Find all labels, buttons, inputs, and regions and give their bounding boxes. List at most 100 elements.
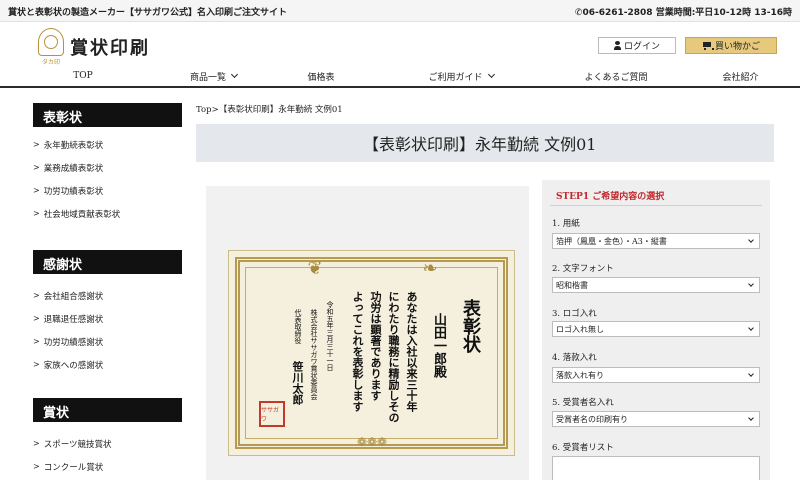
nav-label: 価格表 (307, 72, 335, 83)
chevron-right-icon: > (33, 163, 40, 172)
font-select-value: 昭和楷書 (556, 280, 588, 290)
field-label-paper: 1. 用紙 (552, 219, 580, 229)
sidebar-item-label: 功労功績表彰状 (43, 186, 104, 197)
sidebar-item[interactable]: > コンクール賞状 (33, 455, 182, 478)
nav-label: TOP (73, 71, 93, 81)
sidebar-heading-hyoshojo: 表彰状 (33, 103, 182, 127)
sidebar-item[interactable]: > 退職退任感謝状 (33, 307, 182, 330)
field-label-rakkan: 4. 落款入れ (552, 353, 597, 363)
chevron-down-icon (487, 70, 495, 79)
field-label-recipient-list: 6. 受賞者リスト (552, 443, 614, 453)
chevron-down-icon (748, 237, 754, 243)
sidebar-item-label: 会社組合感謝状 (43, 291, 104, 302)
chevron-right-icon: > (33, 186, 40, 195)
sidebar-item-label: 功労功績感謝状 (43, 337, 104, 348)
field-label-font: 2. 文字フォント (552, 264, 614, 274)
sidebar-item[interactable]: > 社会地域貢献表彰状 (33, 202, 182, 225)
sidebar-item[interactable]: > 家族への感謝状 (33, 353, 182, 376)
sidebar-item[interactable]: > 功労功績感謝状 (33, 330, 182, 353)
chevron-down-icon (748, 371, 754, 377)
nav-guide[interactable]: ご利用ガイド (381, 66, 541, 86)
sidebar-item[interactable]: > 会社組合感謝状 (33, 284, 182, 307)
nav-label: よくあるご質問 (584, 72, 648, 83)
page-title: 【表彰状印刷】永年勤続 文例01 (196, 124, 774, 162)
logo-subtext: タカ印 (41, 59, 60, 66)
global-nav: TOP 商品一覧 価格表 ご利用ガイド よくあるご質問 会社紹介 (0, 66, 800, 88)
page-title-text: 【表彰状印刷】永年勤続 文例01 (363, 135, 597, 154)
field-label-recipient-name: 5. 受賞者名入れ (552, 398, 614, 408)
chevron-right-icon: > (33, 314, 40, 323)
sidebar-item-label: スポーツ競技賞状 (43, 439, 112, 450)
chevron-right-icon: > (33, 209, 40, 218)
rakkan-select-value: 落款入れ有り (556, 370, 604, 380)
certificate-line: あなたは入社以来三十年 (405, 291, 418, 412)
recipient-name-select[interactable]: 受賞者名の印刷有り (552, 411, 760, 427)
phone-text: 06-6261-2808 営業時間:平日10-12時 13-16時 (582, 8, 792, 18)
recipient-list-textarea[interactable] (552, 456, 760, 480)
product-preview: ❦ ❧ ❁❁❁ 表彰状 山田一郎殿 あなたは入社以来三十年 にわたり職務に精励し… (206, 186, 529, 480)
rakkan-select[interactable]: 落款入れ有り (552, 367, 760, 383)
sidebar-list-shojo: > スポーツ競技賞状 > コンクール賞状 (33, 432, 182, 478)
nav-faq[interactable]: よくあるご質問 (541, 66, 691, 86)
phoenix-ornament-icon: ❧ (422, 258, 438, 279)
font-select[interactable]: 昭和楷書 (552, 277, 760, 293)
person-icon (613, 41, 621, 50)
logo-icon[interactable] (38, 28, 64, 56)
sidebar-heading-kanshajo: 感謝状 (33, 250, 182, 274)
logo-text[interactable]: 賞状印刷 (70, 34, 150, 60)
ornament-icon: ❁❁❁ (356, 435, 388, 449)
chevron-right-icon: > (33, 140, 40, 149)
nav-label: 商品一覧 (189, 72, 226, 83)
nav-products[interactable]: 商品一覧 (166, 66, 261, 86)
certificate-company: 株式会社ササガワ賞状委員会 (310, 309, 318, 400)
breadcrumb[interactable]: Top>【表彰状印刷】永年勤続 文例01 (196, 103, 343, 115)
sidebar-item[interactable]: > 功労功績表彰状 (33, 179, 182, 202)
chevron-right-icon: > (33, 291, 40, 300)
login-label: ログイン (623, 42, 660, 52)
recipient-name-select-value: 受賞者名の印刷有り (556, 414, 628, 424)
sidebar-item[interactable]: > スポーツ競技賞状 (33, 432, 182, 455)
logo-select[interactable]: ロゴ入れ無し (552, 321, 760, 337)
sidebar-item[interactable]: > 永年勤続表彰状 (33, 133, 182, 156)
nav-label: ご利用ガイド (428, 72, 483, 83)
phoenix-ornament-icon: ❦ (307, 258, 323, 279)
top-info-bar: 賞状と表彰状の製造メーカー【ササガワ公式】名入印刷ご注文サイト ✆06-6261… (0, 0, 800, 22)
step-title: STEP1 ご希望内容の選択 (550, 186, 762, 206)
chevron-right-icon: > (33, 462, 40, 471)
certificate-line: よってこれを表彰します (351, 291, 364, 412)
sidebar-item-label: 退職退任感謝状 (43, 314, 104, 325)
certificate-date: 令和五年三月三十一日 (326, 301, 334, 371)
logo-select-value: ロゴ入れ無し (556, 324, 604, 334)
paper-select[interactable]: 箔押（鳳凰・金色）・A3・縦書 (552, 233, 760, 249)
cart-button[interactable]: 買い物かご (685, 37, 777, 54)
seal-stamp: ササガワ (259, 401, 285, 427)
cart-icon (702, 41, 714, 50)
nav-label: 会社紹介 (722, 72, 759, 83)
chevron-right-icon: > (33, 337, 40, 346)
chevron-down-icon (748, 415, 754, 421)
nav-top[interactable]: TOP (0, 66, 166, 86)
certificate-image: ❦ ❧ ❁❁❁ 表彰状 山田一郎殿 あなたは入社以来三十年 にわたり職務に精励し… (228, 250, 515, 456)
sidebar-item-label: 業務成績表彰状 (43, 163, 104, 174)
certificate-signer: 笹川太郎 (291, 361, 304, 405)
nav-company[interactable]: 会社紹介 (691, 66, 790, 86)
field-label-logo: 3. ロゴ入れ (552, 309, 597, 319)
sidebar-list-kanshajo: > 会社組合感謝状 > 退職退任感謝状 > 功労功績感謝状 > 家族への感謝状 (33, 284, 182, 376)
login-button[interactable]: ログイン (598, 37, 676, 54)
certificate-line: にわたり職務に精励しその (387, 291, 400, 423)
chevron-down-icon (230, 70, 239, 79)
paper-select-value: 箔押（鳳凰・金色）・A3・縦書 (556, 236, 667, 246)
phone-hours: ✆06-6261-2808 営業時間:平日10-12時 13-16時 (575, 5, 792, 18)
sidebar-item-label: 家族への感謝状 (43, 360, 104, 371)
site-tagline: 賞状と表彰状の製造メーカー【ササガワ公式】名入印刷ご注文サイト (8, 8, 288, 18)
chevron-right-icon: > (33, 360, 40, 369)
certificate-recipient: 山田一郎殿 (431, 313, 446, 378)
sidebar-item-label: コンクール賞状 (43, 462, 104, 473)
sidebar-item-label: 社会地域貢献表彰状 (43, 209, 121, 220)
sidebar-item[interactable]: > 業務成績表彰状 (33, 156, 182, 179)
chevron-down-icon (748, 325, 754, 331)
certificate-heading: 表彰状 (460, 299, 481, 353)
nav-price[interactable]: 価格表 (261, 66, 381, 86)
sidebar-item-label: 永年勤続表彰状 (43, 140, 104, 151)
certificate-signer-title: 代表取締役 (294, 309, 302, 344)
